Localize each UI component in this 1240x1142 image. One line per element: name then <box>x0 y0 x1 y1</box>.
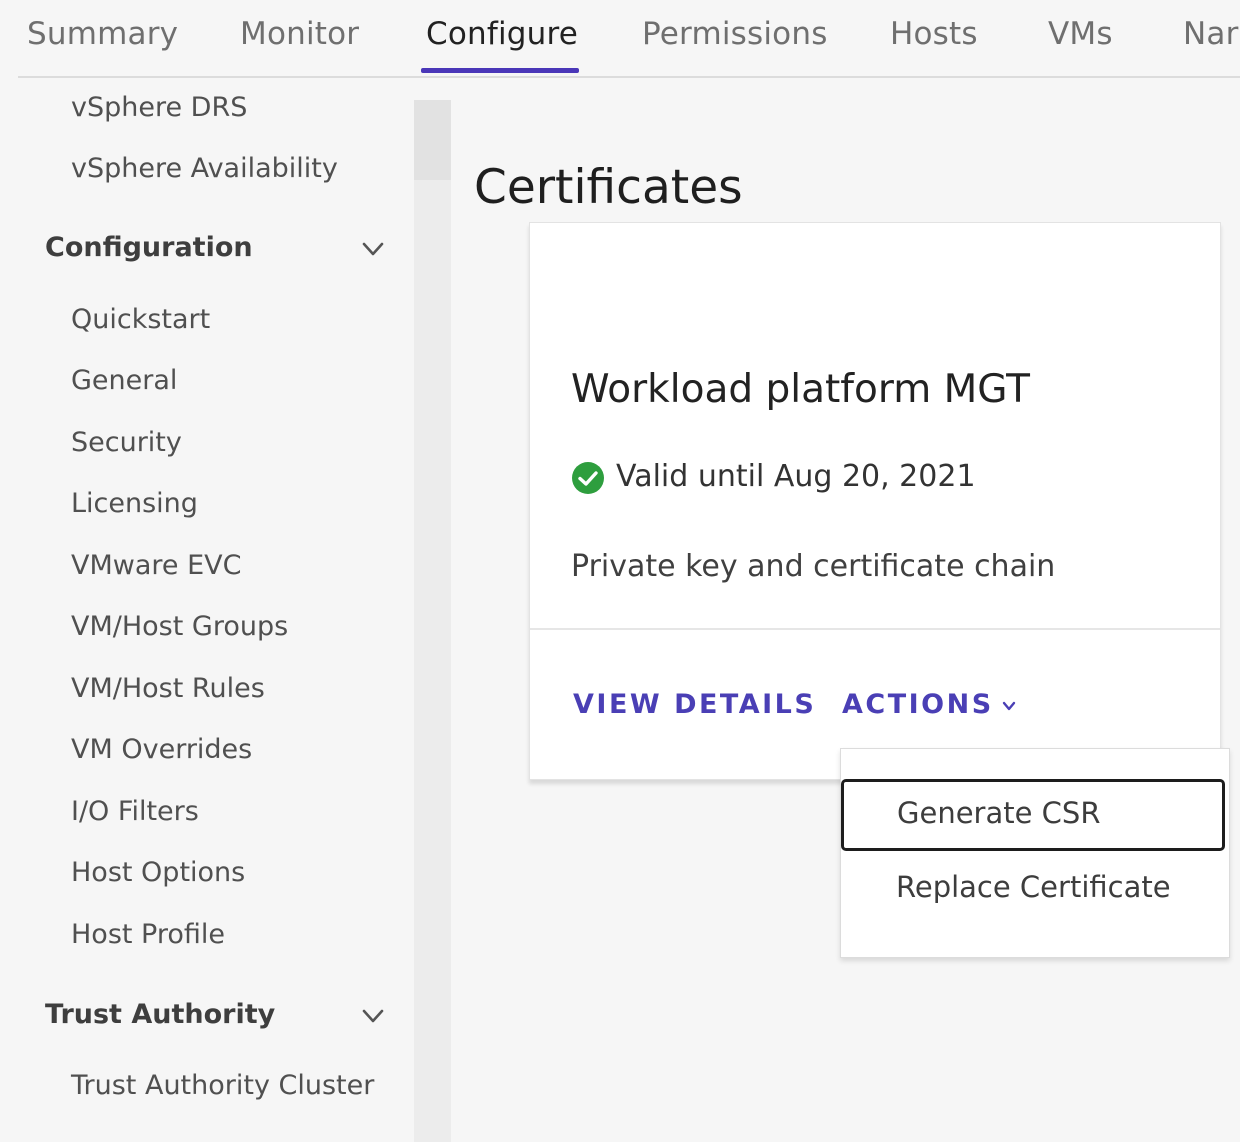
sidebar-item-vm-host-groups[interactable]: VM/Host Groups <box>71 611 288 642</box>
certificate-title: Workload platform MGT <box>571 367 1030 412</box>
tab-monitor[interactable]: Monitor <box>240 16 359 52</box>
actions-label: ACTIONS <box>842 689 994 720</box>
sidebar-item-security[interactable]: Security <box>71 427 182 458</box>
status-text: Valid until Aug 20, 2021 <box>616 459 976 494</box>
sidebar-section-trust-authority[interactable]: Trust Authority <box>45 999 275 1030</box>
active-tab-indicator <box>421 68 579 73</box>
actions-menu: Generate CSR Replace Certificate <box>840 748 1230 958</box>
sidebar-item-vmware-evc[interactable]: VMware EVC <box>71 550 241 581</box>
tab-summary[interactable]: Summary <box>27 16 178 52</box>
tab-hosts[interactable]: Hosts <box>890 16 978 52</box>
view-details-link[interactable]: VIEW DETAILS <box>573 689 816 720</box>
chevron-down-icon[interactable] <box>360 1003 386 1029</box>
tab-permissions[interactable]: Permissions <box>642 16 828 52</box>
card-divider <box>530 628 1220 630</box>
chevron-down-icon <box>1002 701 1015 710</box>
sidebar-item-quickstart[interactable]: Quickstart <box>71 304 210 335</box>
tab-bar: Summary Monitor Configure Permissions Ho… <box>18 0 1240 78</box>
menu-item-replace-certificate[interactable]: Replace Certificate <box>841 854 1229 926</box>
sidebar-section-configuration[interactable]: Configuration <box>45 232 253 263</box>
menu-item-label: Generate CSR <box>897 796 1101 830</box>
tab-configure[interactable]: Configure <box>426 16 578 52</box>
sidebar-item-vm-overrides[interactable]: VM Overrides <box>71 734 252 765</box>
sidebar-item-host-options[interactable]: Host Options <box>71 857 245 888</box>
chevron-down-icon[interactable] <box>360 236 386 262</box>
menu-item-generate-csr[interactable]: Generate CSR <box>841 779 1225 851</box>
check-circle-icon <box>572 462 604 494</box>
menu-item-label: Replace Certificate <box>896 870 1171 904</box>
certificate-description: Private key and certificate chain <box>571 549 1056 584</box>
tab-vms[interactable]: VMs <box>1048 16 1113 52</box>
certificate-card: Workload platform MGT Valid until Aug 20… <box>529 222 1221 780</box>
sidebar-item-trust-authority-cluster[interactable]: Trust Authority Cluster <box>71 1070 374 1101</box>
actions-dropdown-button[interactable]: ACTIONS <box>842 689 1016 720</box>
sidebar-item-licensing[interactable]: Licensing <box>71 488 198 519</box>
sidebar-nav: vSphere DRS vSphere Availability Configu… <box>0 80 414 1142</box>
sidebar-scrollbar[interactable] <box>414 100 451 1142</box>
sidebar-item-vsphere-availability[interactable]: vSphere Availability <box>71 153 338 184</box>
sidebar-item-general[interactable]: General <box>71 365 177 396</box>
sidebar-item-vm-host-rules[interactable]: VM/Host Rules <box>71 673 265 704</box>
sidebar-item-host-profile[interactable]: Host Profile <box>71 919 225 950</box>
tab-networks[interactable]: Nar <box>1183 16 1239 52</box>
sidebar-item-io-filters[interactable]: I/O Filters <box>71 796 199 827</box>
scrollbar-thumb[interactable] <box>414 100 451 180</box>
page-title: Certificates <box>474 160 743 215</box>
sidebar-item-vsphere-drs[interactable]: vSphere DRS <box>71 92 247 123</box>
